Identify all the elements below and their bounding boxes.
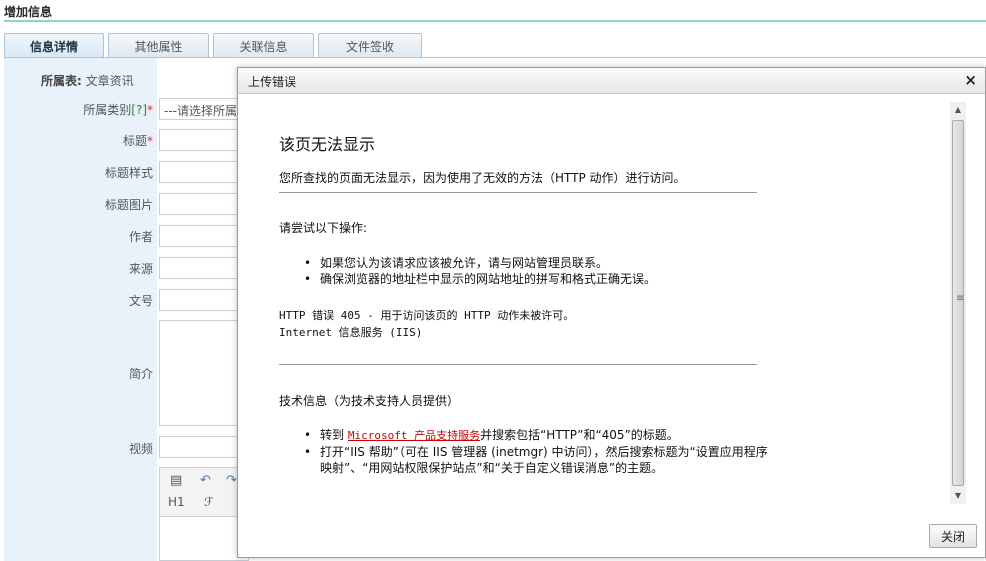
tab-file-signoff[interactable]: 文件签收 <box>318 33 422 58</box>
author-input[interactable] <box>159 225 249 247</box>
category-label: 所属类别 <box>83 103 132 117</box>
editor-body[interactable] <box>159 517 249 561</box>
close-button[interactable]: 关闭 <box>929 524 977 548</box>
title-row-label: 标题* <box>123 132 153 149</box>
dialog-content: 该页无法显示 您所查找的页面无法显示，因为使用了无效的方法（HTTP 动作）进行… <box>238 95 950 505</box>
scrollbar[interactable]: ▲ ≡ ▼ <box>950 102 966 504</box>
page: 增加信息 信息详情 其他属性 关联信息 文件签收 所属表: 文章资讯 所属类别[… <box>0 0 986 561</box>
server-line: Internet 信息服务 (IIS) <box>279 326 423 339</box>
dialog-title: 上传错误 <box>248 75 297 89</box>
title-image-label: 标题图片 <box>104 198 153 212</box>
heading-button[interactable]: H1 <box>168 495 185 509</box>
source-label: 来源 <box>128 262 153 276</box>
list-item: 确保浏览器的地址栏中显示的网站地址的拼写和格式正确无误。 <box>304 271 774 287</box>
error-title: 该页无法显示 <box>279 135 376 154</box>
close-icon[interactable]: × <box>964 71 977 89</box>
video-label: 视频 <box>128 442 153 456</box>
upload-error-dialog: 上传错误 × 该页无法显示 您所查找的页面无法显示，因为使用了无效的方法（HTT… <box>237 67 986 558</box>
owner-value: 文章资讯 <box>85 74 134 88</box>
title-divider <box>4 20 986 22</box>
summary-textarea[interactable] <box>159 320 249 426</box>
doc-no-input[interactable] <box>159 289 249 311</box>
list-item: 如果您认为该请求应该被允许，请与网站管理员联系。 <box>304 255 774 271</box>
title-image-input[interactable] <box>159 193 249 215</box>
title-style-input[interactable] <box>159 161 249 183</box>
tab-related-info[interactable]: 关联信息 <box>213 33 314 58</box>
divider <box>279 364 757 365</box>
list-item: 打开“IIS 帮助”（可在 IIS 管理器 (inetmgr) 中访问），然后搜… <box>304 444 774 476</box>
tech-list: 转到 Microsoft 产品支持服务并搜索包括“HTTP”和“405”的标题。… <box>304 427 774 476</box>
grip-icon: ≡ <box>956 293 965 304</box>
font-family-button[interactable]: ℱ <box>204 495 213 509</box>
dialog-header: 上传错误 × <box>238 68 985 94</box>
try-list: 如果您认为该请求应该被允许，请与网站管理员联系。 确保浏览器的地址栏中显示的网站… <box>304 255 774 287</box>
title-label: 标题 <box>122 134 147 148</box>
required-mark: * <box>147 134 153 148</box>
title-style-label: 标题样式 <box>104 166 153 180</box>
scroll-up-icon[interactable]: ▲ <box>950 102 966 118</box>
doc-no-label: 文号 <box>128 294 153 308</box>
category-select[interactable]: ---请选择所属 <box>159 98 249 120</box>
tab-bar: 信息详情 其他属性 关联信息 文件签收 <box>4 33 426 58</box>
category-row-label: 所属类别[?]* <box>83 101 153 118</box>
scroll-thumb[interactable]: ≡ <box>952 120 964 486</box>
help-hint[interactable]: [?] <box>131 103 147 117</box>
editor-toolbar: ▤ ↶ ↷ H1 ℱ <box>159 467 249 517</box>
paste-icon[interactable]: ▤ <box>170 473 182 488</box>
summary-label: 简介 <box>128 367 153 381</box>
title-input[interactable] <box>159 129 249 151</box>
tech-item1-suffix: 并搜索包括“HTTP”和“405”的标题。 <box>480 428 679 442</box>
author-label: 作者 <box>128 230 153 244</box>
owner-table: 所属表: 文章资讯 <box>41 72 134 89</box>
redo-icon[interactable]: ↷ <box>226 473 237 488</box>
required-mark: * <box>147 103 153 117</box>
support-link[interactable]: Microsoft 产品支持服务 <box>348 429 480 442</box>
error-description: 您所查找的页面无法显示，因为使用了无效的方法（HTTP 动作）进行访问。 <box>279 171 686 185</box>
scroll-down-icon[interactable]: ▼ <box>950 488 966 504</box>
owner-label: 所属表: <box>41 74 82 88</box>
undo-icon[interactable]: ↶ <box>200 473 211 488</box>
video-input[interactable] <box>159 436 249 458</box>
source-input[interactable] <box>159 257 249 279</box>
tech-info-label: 技术信息（为技术支持人员提供） <box>279 394 460 408</box>
tab-other-attributes[interactable]: 其他属性 <box>108 33 209 58</box>
error-code-line: HTTP 错误 405 - 用于访问该页的 HTTP 动作未被许可。 <box>279 309 575 322</box>
divider <box>279 192 757 193</box>
list-item: 转到 Microsoft 产品支持服务并搜索包括“HTTP”和“405”的标题。 <box>304 427 774 444</box>
tab-info-details[interactable]: 信息详情 <box>4 33 104 58</box>
tech-item1-prefix: 转到 <box>320 428 345 442</box>
try-label: 请尝试以下操作: <box>279 221 368 235</box>
page-title: 增加信息 <box>4 5 53 19</box>
